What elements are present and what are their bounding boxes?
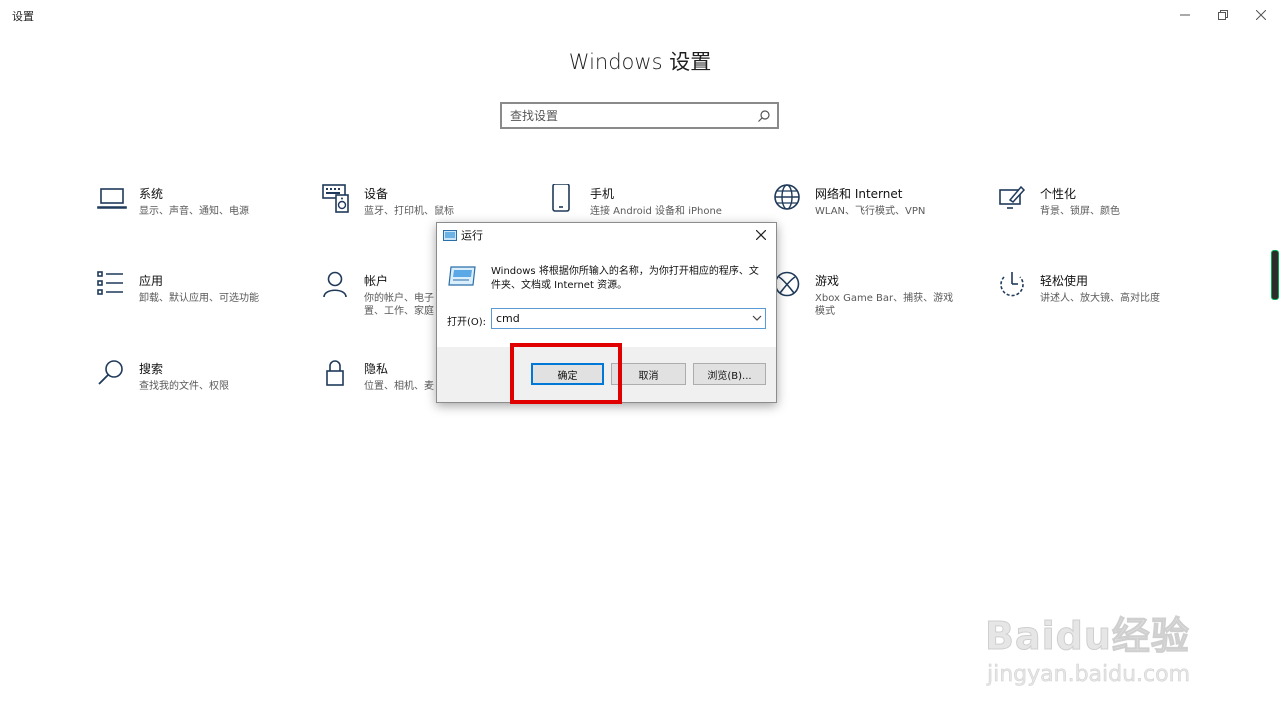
dialog-body: Windows 将根据你所输入的名称，为你打开相应的程序、文件夹、文档或 Int… — [437, 247, 776, 347]
page-title: Windows 设置 — [568, 50, 712, 74]
tile-ease-of-access[interactable]: 轻松使用 讲述人、放大镜、高对比度 — [998, 271, 1198, 331]
tile-name: 应用 — [139, 274, 164, 288]
tile-desc: 显示、声音、通知、电源 — [139, 206, 249, 217]
scroll-indicator[interactable] — [1271, 250, 1279, 300]
dialog-close-button[interactable] — [751, 225, 771, 245]
tile-desc: Xbox Game Bar、捕获、游戏 模式 — [815, 293, 954, 317]
tile-personalization[interactable]: 个性化 背景、锁屏、颜色 — [998, 184, 1198, 244]
tile-search[interactable]: 搜索 查找我的文件、权限 — [97, 359, 297, 419]
open-label: 打开(O): — [447, 317, 487, 328]
watermark-url: jingyan.baidu.com — [987, 662, 1191, 688]
search-box[interactable] — [500, 102, 779, 129]
tile-name: 帐户 — [364, 274, 389, 288]
open-combobox[interactable]: cmd — [491, 308, 766, 329]
globe-icon — [774, 184, 800, 210]
ease-of-access-icon — [1000, 272, 1024, 297]
close-window-button[interactable] — [1238, 0, 1280, 30]
laptop-icon — [97, 188, 127, 209]
cancel-button[interactable]: 取消 — [611, 363, 686, 385]
magnifier-icon — [98, 360, 123, 385]
paint-icon — [999, 185, 1026, 209]
search-icon — [758, 110, 770, 122]
run-program-icon — [448, 266, 476, 286]
highlight-annotation-box — [510, 343, 622, 404]
tile-name: 设备 — [364, 187, 389, 201]
search-input[interactable] — [510, 107, 750, 125]
tile-desc: WLAN、飞行模式、VPN — [815, 206, 926, 217]
tile-desc: 讲述人、放大镜、高对比度 — [1040, 293, 1160, 304]
close-icon — [1256, 10, 1266, 20]
tile-gaming[interactable]: 游戏 Xbox Game Bar、捕获、游戏 模式 — [773, 271, 973, 331]
minimize-icon — [1180, 14, 1190, 16]
person-icon — [323, 271, 347, 298]
watermark-logo: Baidu经验 — [985, 614, 1190, 659]
tile-network[interactable]: 网络和 Internet WLAN、飞行模式、VPN — [773, 184, 973, 244]
browse-button[interactable]: 浏览(B)... — [693, 363, 766, 385]
baidu-watermark: Baidu经验 jingyan.baidu.com — [985, 580, 1215, 700]
window-title: 设置 — [12, 10, 34, 23]
run-app-icon — [443, 229, 457, 241]
tile-desc: 背景、锁屏、颜色 — [1040, 206, 1120, 217]
close-icon — [756, 230, 766, 240]
dialog-title: 运行 — [461, 229, 483, 242]
tile-name: 网络和 Internet — [815, 187, 903, 201]
restore-icon — [1218, 10, 1228, 20]
title-bar: 设置 — [0, 0, 1280, 30]
tile-name: 隐私 — [364, 362, 389, 376]
dialog-description: Windows 将根据你所输入的名称，为你打开相应的程序、文件夹、文档或 Int… — [491, 266, 759, 291]
open-value[interactable]: cmd — [496, 312, 520, 325]
phone-icon — [552, 184, 570, 212]
tile-name: 个性化 — [1040, 187, 1077, 201]
tile-name: 系统 — [139, 187, 164, 201]
tile-name: 轻松使用 — [1040, 274, 1089, 288]
tile-desc: 连接 Android 设备和 iPhone — [590, 206, 722, 217]
tile-desc: 卸载、默认应用、可选功能 — [139, 293, 259, 304]
tile-name: 手机 — [590, 187, 615, 201]
tile-name: 搜索 — [139, 362, 164, 376]
tile-system[interactable]: 系统 显示、声音、通知、电源 — [97, 184, 297, 244]
apps-list-icon — [97, 271, 123, 295]
lock-icon — [326, 360, 344, 386]
tile-desc: 蓝牙、打印机、鼠标 — [364, 206, 454, 217]
tile-name: 游戏 — [815, 274, 840, 288]
xbox-icon — [774, 271, 800, 297]
dialog-title-bar: 运行 — [443, 227, 483, 243]
tile-apps[interactable]: 应用 卸载、默认应用、可选功能 — [97, 271, 297, 331]
tile-desc: 查找我的文件、权限 — [139, 381, 229, 392]
devices-icon — [322, 184, 349, 213]
chevron-down-icon[interactable] — [752, 313, 762, 323]
